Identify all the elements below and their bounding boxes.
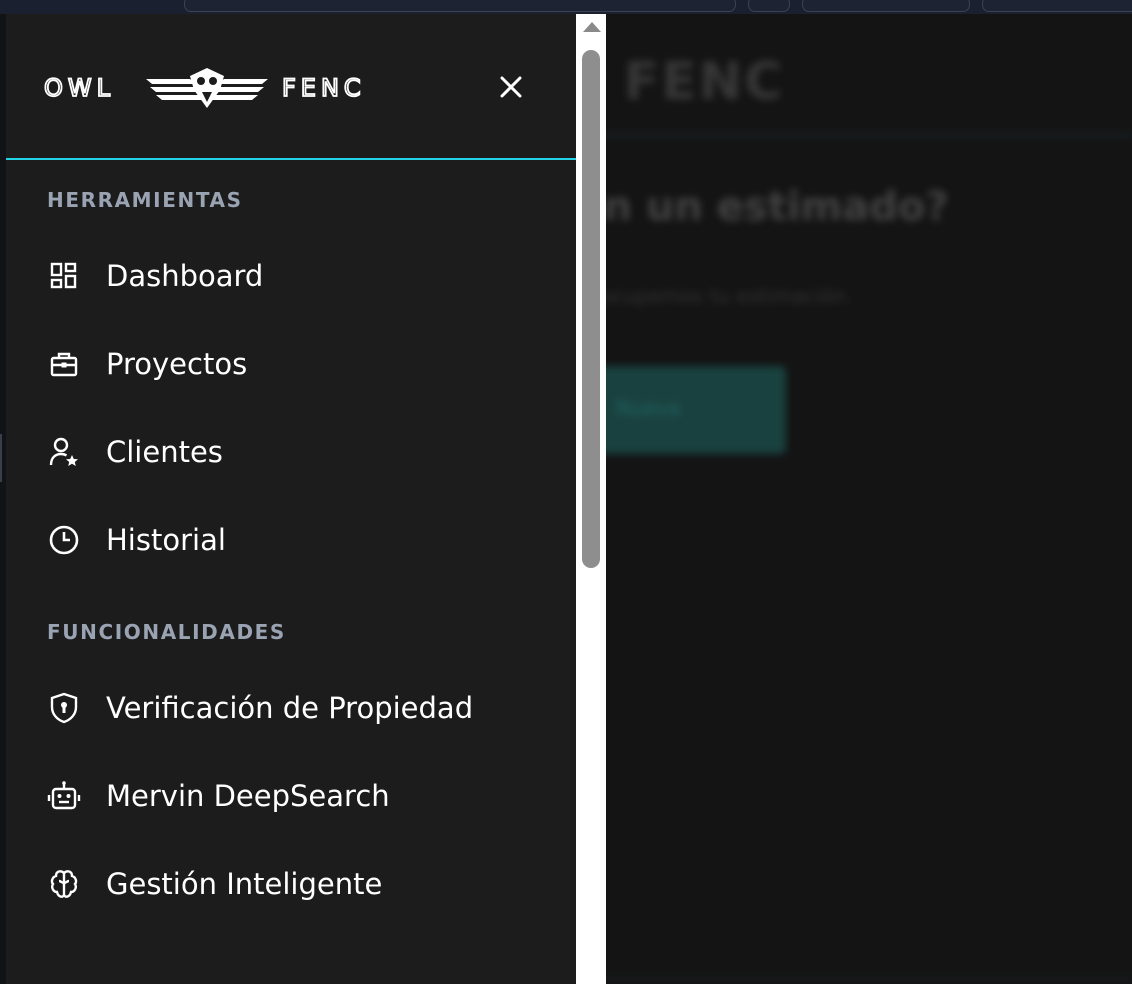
- sidebar-item-label: Mervin DeepSearch: [106, 779, 390, 813]
- browser-tab[interactable]: [184, 0, 736, 12]
- edge-mark: [0, 434, 2, 482]
- section-title-herramientas: HERRAMIENTAS: [47, 188, 243, 212]
- user-star-icon: [46, 434, 82, 470]
- browser-top-strip: [0, 0, 1132, 15]
- svg-text:OWL: OWL: [44, 74, 115, 102]
- svg-text:FENC: FENC: [282, 74, 366, 102]
- sidebar-item-label: Dashboard: [106, 259, 264, 293]
- background-subtitle: lo ocupemos tu estimación.: [576, 284, 853, 308]
- sidebar-item-gestion[interactable]: Gestión Inteligente: [46, 859, 546, 909]
- sidebar-scrollbar[interactable]: [576, 14, 606, 984]
- background-bottom-line: [576, 977, 1132, 980]
- scroll-thumb[interactable]: [582, 50, 600, 568]
- background-title: r FENC: [576, 52, 785, 112]
- sidebar-item-label: Gestión Inteligente: [106, 867, 383, 901]
- background-page: r FENC on un estimado? lo ocupemos tu es…: [576, 14, 1132, 984]
- section-title-funcionalidades: FUNCIONALIDADES: [47, 620, 286, 644]
- sidebar-item-clientes[interactable]: Clientes: [46, 427, 546, 477]
- background-new-button: Nueva: [576, 366, 786, 454]
- sidebar-drawer: OWL FENC HERRAMIENTAS Dashboard Proyecto…: [6, 14, 576, 984]
- robot-icon: [46, 778, 82, 814]
- sidebar-item-mervin[interactable]: Mervin DeepSearch: [46, 771, 546, 821]
- sidebar-item-label: Clientes: [106, 435, 223, 469]
- background-divider: [576, 134, 1132, 136]
- sidebar-item-verificacion[interactable]: Verificación de Propiedad: [46, 683, 546, 733]
- browser-tab[interactable]: [982, 0, 1132, 12]
- shield-lock-icon: [46, 690, 82, 726]
- sidebar-item-label: Historial: [106, 523, 226, 557]
- browser-tab[interactable]: [802, 0, 970, 12]
- sidebar-item-dashboard[interactable]: Dashboard: [46, 251, 546, 301]
- briefcase-icon: [46, 346, 82, 382]
- browser-tab[interactable]: [748, 0, 790, 12]
- clock-icon: [46, 522, 82, 558]
- sidebar-item-historial[interactable]: Historial: [46, 515, 546, 565]
- close-icon[interactable]: [496, 72, 526, 102]
- sidebar-item-label: Verificación de Propiedad: [106, 691, 474, 725]
- brain-icon: [46, 866, 82, 902]
- sidebar-item-proyectos[interactable]: Proyectos: [46, 339, 546, 389]
- background-question: on un estimado?: [576, 184, 949, 230]
- scroll-up-arrow-icon[interactable]: [583, 22, 601, 32]
- dashboard-icon: [46, 258, 82, 294]
- background-new-button-label: Nueva: [616, 396, 681, 420]
- sidebar-item-label: Proyectos: [106, 347, 248, 381]
- sidebar-header: OWL FENC: [6, 14, 576, 160]
- owl-fenc-logo[interactable]: OWL FENC: [43, 66, 394, 108]
